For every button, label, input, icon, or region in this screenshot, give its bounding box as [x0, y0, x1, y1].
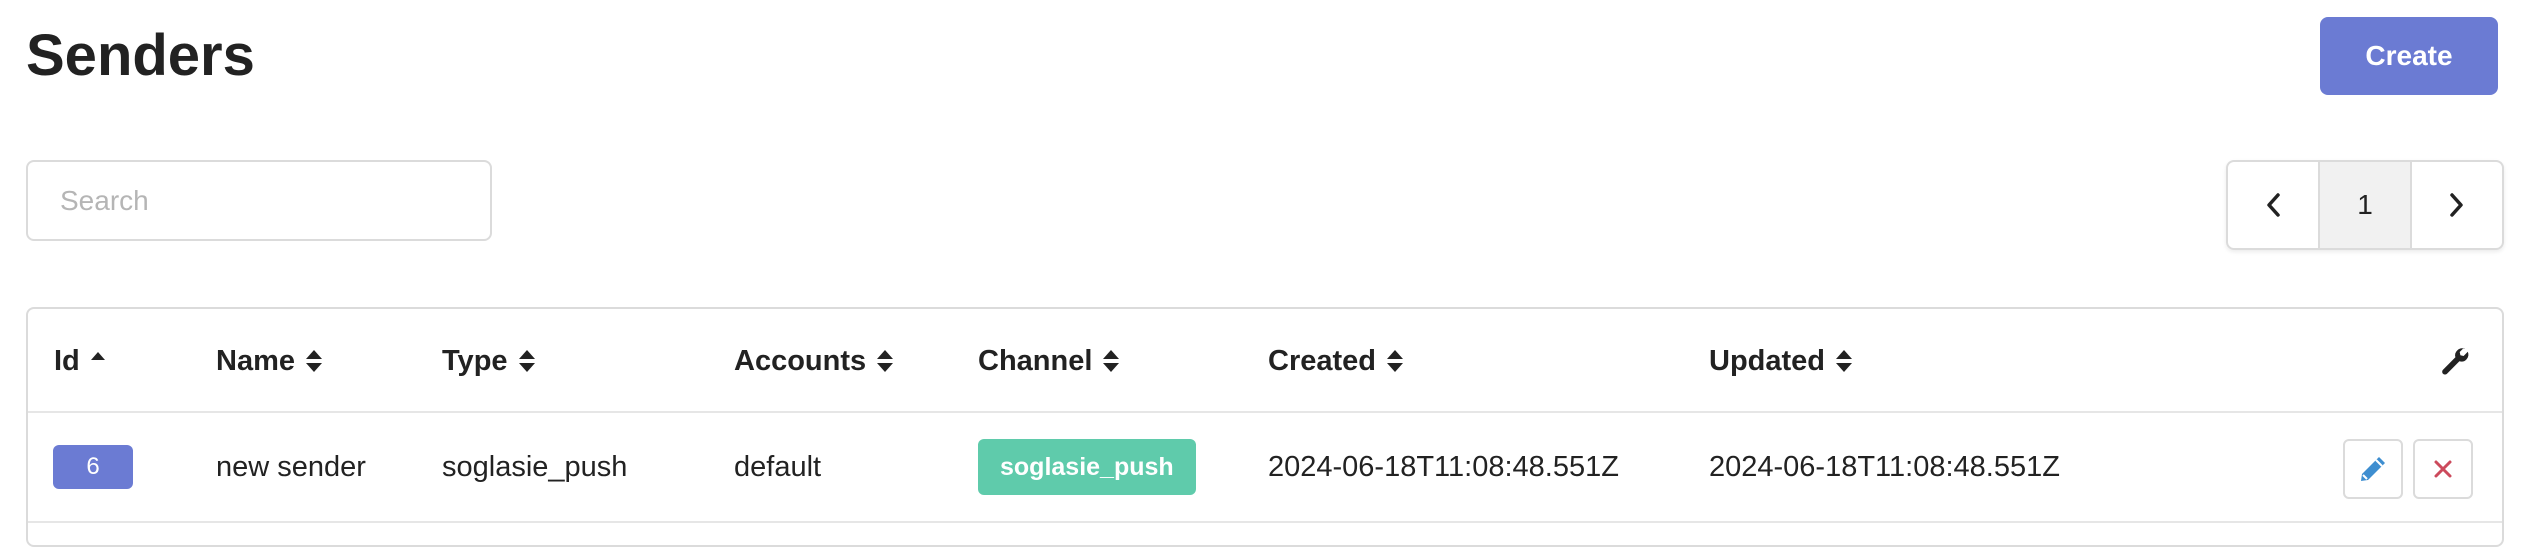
cell-name: new sender	[216, 450, 366, 483]
sort-icon	[305, 347, 323, 375]
id-badge: 6	[53, 445, 133, 489]
column-header-channel[interactable]: Channel	[978, 309, 1120, 413]
current-page[interactable]: 1	[2318, 162, 2412, 248]
sort-icon	[876, 347, 894, 375]
column-label: Updated	[1709, 344, 1825, 377]
column-label: Accounts	[734, 344, 867, 377]
column-header-created[interactable]: Created	[1268, 309, 1404, 413]
column-label: Channel	[978, 344, 1093, 377]
cell-updated: 2024-06-18T11:08:48.551Z	[1709, 450, 2060, 483]
create-button[interactable]: Create	[2320, 17, 2498, 95]
pagination: 1	[2226, 160, 2504, 250]
sort-icon	[1102, 347, 1120, 375]
cell-accounts: default	[734, 450, 822, 483]
page-title: Senders	[26, 23, 255, 88]
next-page-button[interactable]	[2412, 162, 2502, 248]
table-row: 6 new sender soglasie_push default sogla…	[28, 413, 2502, 523]
edit-button[interactable]	[2343, 439, 2403, 499]
wrench-icon	[2442, 347, 2469, 375]
cell-created: 2024-06-18T11:08:48.551Z	[1268, 450, 1619, 483]
column-label: Name	[216, 344, 295, 377]
column-header-updated[interactable]: Updated	[1709, 309, 1853, 413]
sort-icon	[1386, 347, 1404, 375]
chevron-left-icon	[2267, 193, 2280, 217]
column-header-name[interactable]: Name	[216, 309, 323, 413]
column-header-accounts[interactable]: Accounts	[734, 309, 894, 413]
column-label: Id	[54, 344, 80, 377]
column-label: Created	[1268, 344, 1376, 377]
delete-button[interactable]	[2413, 439, 2473, 499]
chevron-right-icon	[2450, 193, 2463, 217]
edit-icon	[2361, 457, 2385, 481]
delete-icon	[2434, 460, 2452, 478]
cell-channel: soglasie_push	[978, 413, 1196, 521]
prev-page-button[interactable]	[2228, 162, 2318, 248]
sort-icon	[1835, 347, 1853, 375]
senders-table: Id Name Type Accounts Channel Created Up…	[26, 307, 2504, 547]
table-header: Id Name Type Accounts Channel Created Up…	[28, 309, 2502, 413]
search-input[interactable]	[26, 160, 492, 241]
sort-asc-icon	[90, 351, 106, 371]
cell-type: soglasie_push	[442, 450, 628, 483]
sort-icon	[518, 347, 536, 375]
column-header-type[interactable]: Type	[442, 309, 536, 413]
cell-id: 6	[53, 413, 133, 521]
channel-tag: soglasie_push	[978, 439, 1196, 495]
column-header-id[interactable]: Id	[54, 309, 106, 413]
column-header-actions	[2438, 309, 2470, 413]
column-label: Type	[442, 344, 508, 377]
